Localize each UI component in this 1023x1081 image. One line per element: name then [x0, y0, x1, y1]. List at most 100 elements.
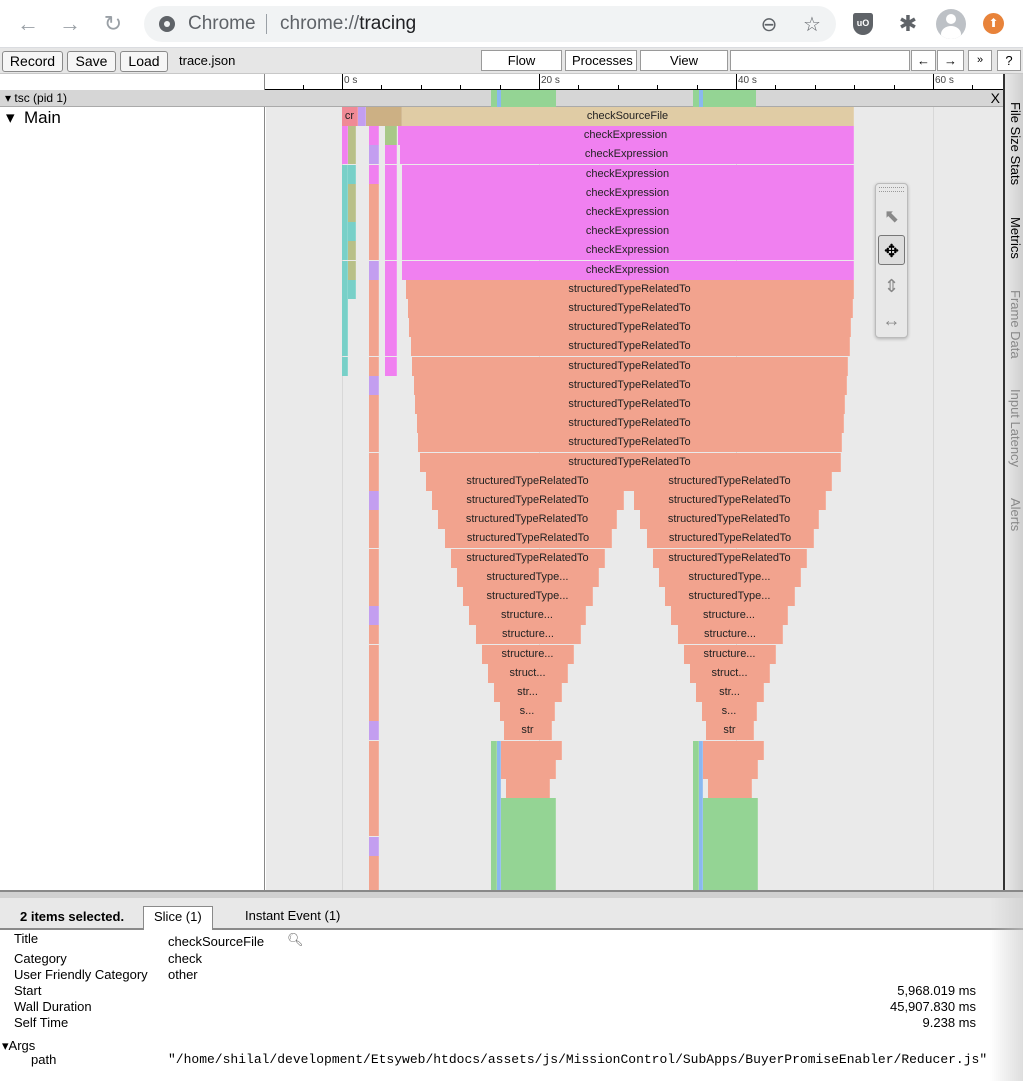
profile-avatar-icon[interactable] — [936, 9, 966, 39]
green-slice[interactable] — [501, 798, 556, 890]
slice-structured-type-related-to[interactable]: structuredTypeRelatedTo — [426, 472, 630, 491]
trace-slice[interactable] — [348, 165, 356, 184]
trace-slice[interactable] — [385, 337, 397, 356]
slice-structured-type-related-to[interactable]: structuredTypeRelatedTo — [432, 491, 624, 510]
slice-structured-type-related-to[interactable]: structure... — [476, 625, 581, 644]
timing-mode-button[interactable]: ↔ — [878, 305, 905, 335]
trace-slice[interactable] — [369, 741, 379, 760]
expand-find-button[interactable]: » — [968, 50, 992, 71]
zoom-mode-button[interactable]: ⇕ — [878, 271, 905, 301]
slice-check-expression[interactable]: checkExpression — [402, 165, 854, 184]
tab-alerts[interactable]: Alerts — [1005, 498, 1023, 531]
slice-structured-type-related-to[interactable]: structuredTypeRelatedTo — [413, 376, 847, 395]
trace-slice[interactable] — [369, 203, 379, 222]
trace-slice[interactable] — [369, 395, 379, 414]
trace-slice[interactable] — [369, 261, 379, 280]
trace-slice[interactable] — [369, 549, 379, 568]
slice-structured-type-related-to[interactable]: structuredTypeRelatedTo — [416, 414, 844, 433]
slice-structured-type-related-to[interactable]: structure... — [482, 645, 574, 664]
slice-cr[interactable]: cr — [342, 107, 358, 126]
view-options-button[interactable]: View Options — [640, 50, 728, 87]
trace-slice[interactable] — [385, 145, 397, 164]
slice-structured-type-related-to[interactable]: struct... — [690, 664, 770, 683]
slice-check-expression[interactable]: checkExpression — [402, 222, 854, 241]
trace-slice[interactable] — [369, 491, 379, 510]
help-button[interactable]: ? — [997, 50, 1021, 71]
trace-slice[interactable] — [348, 203, 356, 222]
trace-slice[interactable] — [369, 357, 379, 376]
slice-structured-type-related-to[interactable]: structuredType... — [665, 587, 795, 606]
url-text[interactable]: chrome://tracing — [280, 13, 416, 35]
trace-slice[interactable] — [358, 107, 366, 126]
trace-slice[interactable] — [369, 856, 379, 875]
trace-slice[interactable] — [369, 126, 379, 145]
trace-slice[interactable] — [369, 453, 379, 472]
trace-slice[interactable] — [369, 817, 379, 836]
slice-structured-type-related-to[interactable]: structuredTypeRelatedTo — [451, 549, 605, 568]
slice-structured-type-related-to[interactable]: structure... — [469, 606, 586, 625]
slice-structured-type-related-to[interactable]: structuredType... — [659, 568, 801, 587]
tab-frame-data[interactable]: Frame Data — [1005, 290, 1023, 359]
trace-slice[interactable] — [369, 318, 379, 337]
trace-slice[interactable] — [342, 337, 348, 356]
trace-slice[interactable] — [369, 721, 379, 740]
slice-structured-type-related-to[interactable]: structure... — [684, 645, 776, 664]
forward-button[interactable]: → — [56, 10, 84, 38]
process-label[interactable]: ▾ tsc (pid 1) — [5, 91, 67, 105]
tab-slice[interactable]: Slice (1) — [143, 906, 213, 930]
trace-slice[interactable] — [385, 222, 397, 241]
process-header[interactable]: ▾ tsc (pid 1) X — [0, 90, 1003, 107]
tab-instant-event[interactable]: Instant Event (1) — [235, 906, 350, 930]
trace-slice[interactable] — [369, 837, 379, 856]
trace-slice[interactable] — [385, 318, 397, 337]
zoom-out-icon[interactable]: ⊖ — [758, 14, 780, 36]
trace-slice[interactable] — [369, 222, 379, 241]
trace-slice[interactable] — [385, 299, 397, 318]
trace-slice[interactable] — [348, 280, 356, 299]
tab-input-latency[interactable]: Input Latency — [1005, 389, 1023, 467]
trace-slice[interactable] — [369, 433, 379, 452]
slice-structured-type-related-to[interactable]: structuredTypeRelatedTo — [409, 318, 851, 337]
extensions-puzzle-icon[interactable]: ✱ — [896, 12, 920, 36]
trace-slice[interactable] — [369, 299, 379, 318]
slice-structured-type-related-to[interactable]: structuredTypeRelatedTo — [407, 299, 853, 318]
trace-slice[interactable] — [369, 779, 379, 798]
trace-slice[interactable] — [385, 357, 397, 376]
slice-structured-type-related-to[interactable]: structuredTypeRelatedTo — [406, 280, 854, 299]
slice-structured-type-related-to[interactable]: structuredTypeRelatedTo — [628, 472, 832, 491]
trace-slice[interactable] — [385, 280, 397, 299]
trace-slice[interactable] — [385, 126, 397, 145]
slice-structured-type-related-to[interactable]: s... — [500, 702, 555, 721]
processes-button[interactable]: Processes — [565, 50, 637, 71]
trace-slice[interactable] — [385, 241, 397, 260]
trace-slice[interactable] — [342, 318, 348, 337]
slice-structured-type-related-to[interactable]: structuredTypeRelatedTo — [412, 357, 848, 376]
slice-structured-type-related-to[interactable]: structuredTypeRelatedTo — [415, 395, 845, 414]
trace-slice[interactable] — [369, 683, 379, 702]
slice-structured-type-related-to[interactable]: structuredTypeRelatedTo — [410, 337, 850, 356]
find-next-button[interactable]: → — [937, 50, 964, 71]
slice-check-source-file[interactable]: checkSourceFile — [402, 107, 854, 126]
panel-splitter[interactable] — [0, 890, 1023, 898]
trace-slice[interactable] — [348, 261, 356, 280]
trace-slice[interactable] — [369, 587, 379, 606]
trace-slice[interactable] — [369, 798, 379, 817]
slice-check-expression[interactable]: checkExpression — [402, 261, 854, 280]
trace-slice[interactable] — [369, 472, 379, 491]
slice-check-expression[interactable]: checkExpression — [402, 203, 854, 222]
trace-slice[interactable] — [369, 414, 379, 433]
trace-slice[interactable] — [500, 760, 556, 779]
trace-slice[interactable] — [385, 203, 397, 222]
trace-slice[interactable] — [385, 184, 397, 203]
address-bar[interactable]: Chrome chrome://tracing ⊖ ☆ — [144, 6, 836, 42]
drag-handle[interactable] — [879, 187, 904, 192]
find-input[interactable] — [730, 50, 910, 71]
slice-structured-type-related-to[interactable]: struct... — [488, 664, 568, 683]
slice-structured-type-related-to[interactable]: structure... — [671, 606, 788, 625]
ublock-icon[interactable]: uO — [853, 13, 873, 35]
trace-slice[interactable] — [342, 357, 348, 376]
slice-structured-type-related-to[interactable]: str... — [494, 683, 562, 702]
trace-slice[interactable] — [369, 165, 379, 184]
bookmark-star-icon[interactable]: ☆ — [801, 14, 823, 36]
tab-file-size-stats[interactable]: File Size Stats — [1005, 102, 1023, 185]
